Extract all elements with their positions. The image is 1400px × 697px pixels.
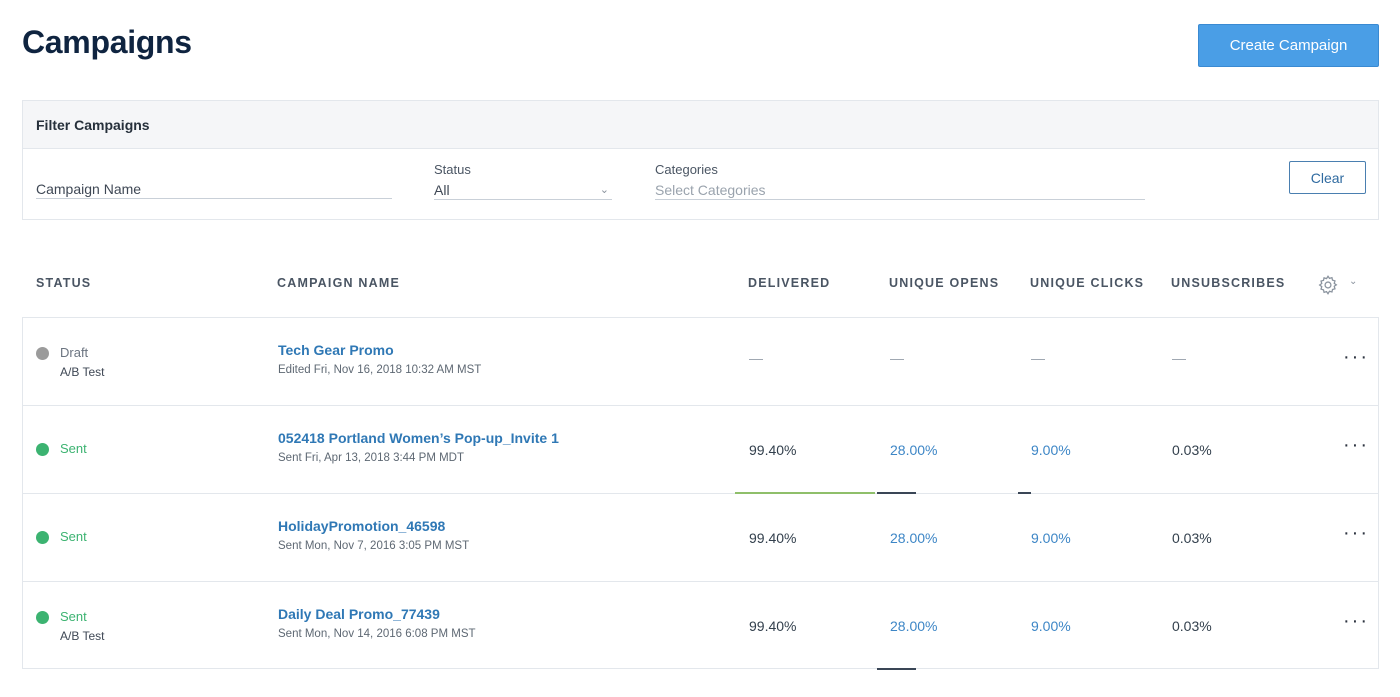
- campaign-meta: Edited Fri, Nov 16, 2018 10:32 AM MST: [278, 364, 482, 376]
- gear-icon[interactable]: [1317, 274, 1339, 296]
- column-header-unique-opens[interactable]: UNIQUE OPENS: [889, 276, 999, 290]
- status-selected: All: [434, 181, 450, 198]
- delivered-value: —: [749, 350, 763, 366]
- table-row[interactable]: Sent 052418 Portland Women’s Pop-up_Invi…: [23, 406, 1378, 494]
- opens-link[interactable]: 28.00%: [890, 618, 937, 634]
- create-campaign-button[interactable]: Create Campaign: [1198, 24, 1379, 67]
- table-row[interactable]: Sent A/B Test Daily Deal Promo_77439 Sen…: [23, 582, 1378, 670]
- clicks-link[interactable]: 9.00%: [1031, 530, 1071, 546]
- filter-panel: Filter Campaigns Campaign Name Status Al…: [22, 100, 1379, 220]
- unsubscribes-value: 0.03%: [1172, 442, 1212, 458]
- chevron-down-icon: ⌄: [599, 183, 609, 196]
- categories-input[interactable]: Select Categories: [655, 180, 1145, 200]
- status-sub: A/B Test: [60, 629, 105, 643]
- table-row[interactable]: Draft A/B Test Tech Gear Promo Edited Fr…: [23, 318, 1378, 406]
- status-select[interactable]: Status All ⌄: [434, 162, 612, 200]
- status-sub: A/B Test: [60, 365, 105, 379]
- campaign-meta: Sent Mon, Nov 7, 2016 3:05 PM MST: [278, 540, 470, 552]
- delivered-value: 99.40%: [749, 618, 797, 634]
- more-actions-icon[interactable]: ···: [1343, 611, 1369, 631]
- unsubscribes-value: 0.03%: [1172, 530, 1212, 546]
- categories-select[interactable]: Categories Select Categories: [655, 162, 1145, 200]
- status-text: Sent: [60, 441, 87, 456]
- delivered-value: 99.40%: [749, 442, 797, 458]
- opens-value: —: [890, 350, 904, 366]
- campaign-name-link[interactable]: HolidayPromotion_46598: [278, 518, 445, 534]
- clicks-link[interactable]: 9.00%: [1031, 618, 1071, 634]
- status-text: Sent: [60, 609, 87, 624]
- column-header-campaign-name[interactable]: CAMPAIGN NAME: [277, 276, 400, 290]
- opens-bar: [877, 668, 916, 670]
- campaign-name-link[interactable]: 052418 Portland Women’s Pop-up_Invite 1: [278, 430, 559, 446]
- page-title: Campaigns: [22, 24, 192, 60]
- status-value[interactable]: All ⌄: [434, 180, 612, 200]
- chevron-down-icon[interactable]: ⌄: [1349, 276, 1357, 287]
- campaign-meta: Sent Mon, Nov 14, 2016 6:08 PM MST: [278, 628, 476, 640]
- clicks-value: —: [1031, 350, 1045, 366]
- campaign-name-field[interactable]: Campaign Name: [36, 179, 392, 199]
- status-dot-sent: [36, 611, 49, 624]
- clear-button[interactable]: Clear: [1289, 161, 1366, 194]
- table-row[interactable]: Sent HolidayPromotion_46598 Sent Mon, No…: [23, 494, 1378, 582]
- categories-label: Categories: [655, 162, 718, 177]
- more-actions-icon[interactable]: ···: [1343, 435, 1369, 455]
- opens-link[interactable]: 28.00%: [890, 442, 937, 458]
- unsubscribes-value: —: [1172, 350, 1186, 366]
- opens-link[interactable]: 28.00%: [890, 530, 937, 546]
- campaigns-table: Draft A/B Test Tech Gear Promo Edited Fr…: [22, 317, 1379, 670]
- more-actions-icon[interactable]: ···: [1343, 523, 1369, 543]
- delivered-value: 99.40%: [749, 530, 797, 546]
- status-dot-draft: [36, 347, 49, 360]
- status-label: Status: [434, 162, 471, 177]
- filter-header: Filter Campaigns: [23, 101, 1378, 149]
- column-header-unique-clicks[interactable]: UNIQUE CLICKS: [1030, 276, 1144, 290]
- status-dot-sent: [36, 443, 49, 456]
- column-header-unsubscribes[interactable]: UNSUBSCRIBES: [1171, 276, 1285, 290]
- campaign-name-link[interactable]: Tech Gear Promo: [278, 342, 394, 358]
- clicks-link[interactable]: 9.00%: [1031, 442, 1071, 458]
- campaign-name-link[interactable]: Daily Deal Promo_77439: [278, 606, 440, 622]
- campaign-meta: Sent Fri, Apr 13, 2018 3:44 PM MDT: [278, 452, 464, 464]
- column-header-status[interactable]: STATUS: [36, 276, 91, 290]
- column-header-delivered[interactable]: DELIVERED: [748, 276, 830, 290]
- status-text: Sent: [60, 529, 87, 544]
- more-actions-icon[interactable]: ···: [1343, 347, 1369, 367]
- unsubscribes-value: 0.03%: [1172, 618, 1212, 634]
- status-text: Draft: [60, 345, 89, 360]
- status-dot-sent: [36, 531, 49, 544]
- campaign-name-input[interactable]: Campaign Name: [36, 179, 392, 199]
